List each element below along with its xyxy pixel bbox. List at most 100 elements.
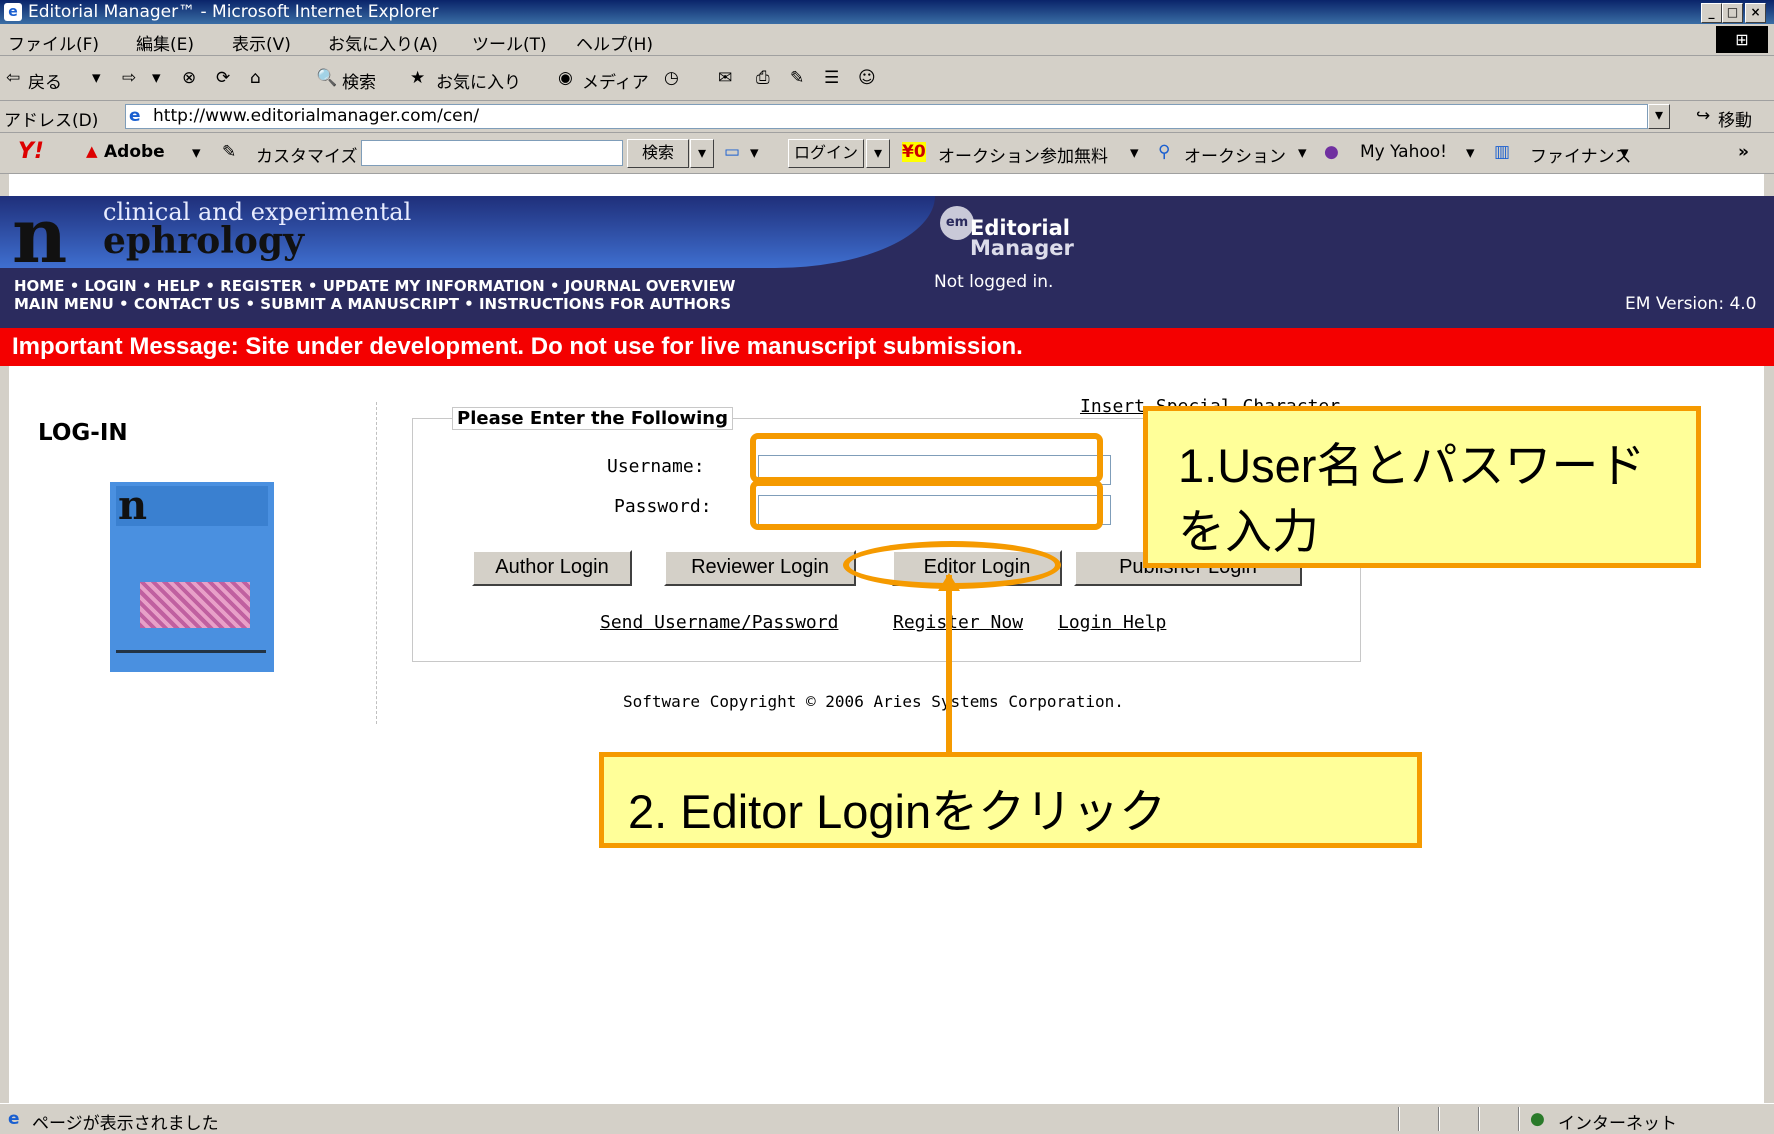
yahoo-login-button[interactable]: ログイン	[788, 139, 864, 168]
back-button[interactable]: 戻る	[28, 68, 62, 93]
username-label: Username:	[607, 456, 705, 477]
menu-edit[interactable]: 編集(E)	[136, 30, 194, 55]
status-bar: e ページが表示されました ● インターネット	[0, 1103, 1774, 1134]
menu-favorites[interactable]: お気に入り(A)	[328, 30, 438, 55]
edit-icon[interactable]: ✎	[790, 68, 804, 88]
menu-help[interactable]: ヘルプ(H)	[576, 30, 653, 55]
adobe-icon: ▲	[86, 142, 98, 160]
auction-icon: ⚲	[1158, 142, 1171, 162]
username-highlight-box	[750, 433, 1103, 483]
forward-icon[interactable]: ⇨	[122, 68, 136, 88]
step1-callout-line2: を入力	[1178, 505, 1319, 558]
auction-dropdown-icon[interactable]: ▾	[1298, 143, 1307, 163]
step1-callout-line1: 1.User名とパスワード	[1178, 439, 1646, 492]
go-button[interactable]: 移動	[1718, 106, 1752, 131]
menu-bar: ファイル(F) 編集(E) 表示(V) お気に入り(A) ツール(T) ヘルプ(…	[0, 24, 1774, 56]
yahoo-toolbar: Y! ▲ Adobe ▾ ✎ カスタマイズ 検索 ▾ ▭ ▾ ログイン ▾ ¥0…	[0, 133, 1774, 174]
address-input[interactable]: e http://www.editorialmanager.com/cen/	[125, 104, 1648, 129]
back-arrow-icon[interactable]: ⇦	[6, 68, 20, 88]
auction-free-link[interactable]: オークション参加無料	[938, 142, 1108, 167]
yahoo-logo[interactable]: Y!	[18, 139, 44, 164]
favorites-icon[interactable]: ★	[410, 68, 425, 88]
login-status: Not logged in.	[934, 272, 1054, 292]
customize-button[interactable]: カスタマイズ	[256, 142, 358, 167]
adobe-dropdown-icon[interactable]: ▾	[192, 143, 201, 163]
finance-icon: ▥	[1494, 142, 1511, 162]
step2-callout: 2. Editor Loginをクリック	[599, 752, 1422, 848]
ie-icon: e	[4, 3, 22, 21]
stop-icon[interactable]: ⊗	[182, 68, 196, 88]
media-button[interactable]: メディア	[582, 68, 649, 93]
maximize-button[interactable]: □	[1722, 3, 1743, 23]
window-titlebar: e Editorial Manager™ - Microsoft Interne…	[0, 0, 1774, 24]
history-icon[interactable]: ◷	[664, 68, 679, 88]
nav-links-primary[interactable]: HOME • LOGIN • HELP • REGISTER • UPDATE …	[14, 277, 735, 295]
menu-tools[interactable]: ツール(T)	[472, 30, 547, 55]
customize-icon: ✎	[222, 142, 237, 162]
address-url: http://www.editorialmanager.com/cen/	[153, 106, 480, 126]
finance-link[interactable]: ファイナンス	[1530, 142, 1631, 167]
password-label: Password:	[614, 496, 712, 517]
auction-link[interactable]: オークション	[1184, 142, 1286, 167]
login-help-link[interactable]: Login Help	[1058, 612, 1166, 633]
author-login-button[interactable]: Author Login	[472, 550, 632, 586]
search-button[interactable]: 検索	[342, 68, 376, 93]
auction-free-dropdown-icon[interactable]: ▾	[1130, 143, 1139, 163]
go-icon[interactable]: ↪	[1696, 106, 1710, 126]
password-highlight-box	[750, 480, 1103, 530]
window-title: Editorial Manager™ - Microsoft Internet …	[28, 2, 439, 22]
minimize-button[interactable]: _	[1701, 3, 1722, 23]
software-copyright: Software Copyright © 2006 Aries Systems …	[623, 692, 1124, 711]
mail-icon[interactable]: ✉	[718, 68, 732, 88]
em-badge-icon: em	[940, 206, 974, 240]
important-message-bar: Important Message: Site under developmen…	[0, 328, 1774, 366]
address-bar: アドレス(D) e http://www.editorialmanager.co…	[0, 101, 1774, 133]
highlight-icon[interactable]: ▭	[724, 142, 740, 162]
my-yahoo-icon: ●	[1324, 142, 1339, 162]
journal-logo-letter[interactable]: n	[12, 196, 67, 276]
internet-zone-icon: ●	[1530, 1109, 1545, 1129]
callout-arrow-icon	[938, 573, 960, 591]
back-dropdown-icon[interactable]: ▾	[92, 68, 101, 88]
login-dropdown-icon[interactable]: ▾	[866, 139, 890, 168]
my-yahoo-dropdown-icon[interactable]: ▾	[1466, 143, 1475, 163]
status-text: ページが表示されました	[32, 1114, 219, 1134]
finance-dropdown-icon[interactable]: ▾	[1620, 143, 1629, 163]
menu-view[interactable]: 表示(V)	[232, 30, 291, 55]
journal-logo-line2: ephrology	[103, 220, 305, 262]
column-divider	[376, 402, 377, 724]
reviewer-login-button[interactable]: Reviewer Login	[664, 550, 856, 586]
page-icon: e	[129, 106, 141, 126]
yahoo-search-button[interactable]: 検索	[627, 139, 689, 168]
my-yahoo-link[interactable]: My Yahoo!	[1360, 142, 1447, 162]
search-icon[interactable]: 🔍	[316, 68, 337, 88]
toolbar-more-button[interactable]: »	[1738, 142, 1749, 162]
messenger-icon[interactable]: ☺	[858, 68, 876, 88]
favorites-button[interactable]: お気に入り	[436, 68, 521, 93]
security-zone: インターネット	[1558, 1114, 1677, 1134]
print-icon[interactable]: ⎙	[756, 68, 770, 88]
yahoo-search-input[interactable]	[361, 140, 623, 166]
forward-dropdown-icon[interactable]: ▾	[152, 68, 161, 88]
em-logo-line2: Manager	[970, 236, 1074, 260]
nav-links-secondary[interactable]: MAIN MENU • CONTACT US • SUBMIT A MANUSC…	[14, 295, 731, 313]
address-label: アドレス(D)	[4, 111, 99, 131]
address-dropdown-icon[interactable]: ▾	[1648, 104, 1670, 129]
yahoo-search-dropdown-icon[interactable]: ▾	[690, 139, 714, 168]
send-username-password-link[interactable]: Send Username/Password	[600, 612, 838, 633]
step1-callout: 1.User名とパスワード を入力	[1143, 406, 1701, 568]
menu-file[interactable]: ファイル(F)	[8, 30, 99, 55]
media-icon[interactable]: ◉	[558, 68, 573, 88]
form-legend: Please Enter the Following	[452, 407, 734, 430]
em-version: EM Version: 4.0	[1625, 294, 1757, 314]
refresh-icon[interactable]: ⟳	[216, 68, 230, 88]
step2-callout-text: 2. Editor Loginをクリック	[628, 785, 1167, 838]
home-icon[interactable]: ⌂	[250, 68, 261, 88]
discuss-icon[interactable]: ☰	[824, 68, 839, 88]
adobe-button[interactable]: Adobe	[104, 142, 165, 162]
register-now-link[interactable]: Register Now	[893, 612, 1023, 633]
callout-connector-line	[946, 575, 952, 752]
highlight-dropdown-icon[interactable]: ▾	[750, 143, 759, 163]
close-button[interactable]: ×	[1745, 3, 1766, 23]
journal-cover-image: n	[110, 482, 274, 672]
